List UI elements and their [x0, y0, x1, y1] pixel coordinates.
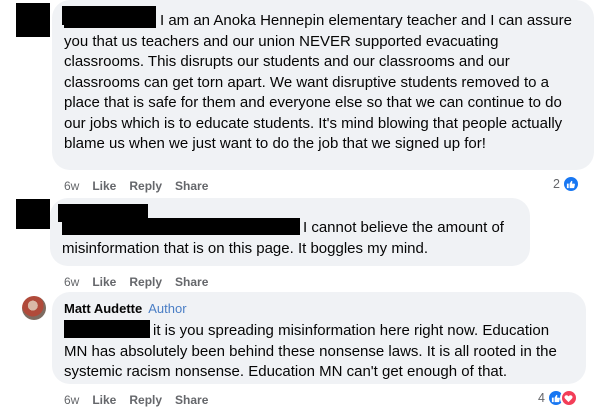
comment-text: I cannot believe the amount of misinform…	[62, 218, 518, 259]
reaction-summary[interactable]: 4	[538, 389, 578, 407]
reaction-count: 2	[553, 177, 560, 191]
like-button[interactable]: Like	[92, 179, 116, 193]
author-name[interactable]: Matt Audette	[64, 301, 142, 316]
comment-time[interactable]: 6w	[64, 393, 79, 407]
comment-text: it is you spreading misinformation here …	[64, 320, 574, 383]
reply-button[interactable]: Reply	[129, 179, 162, 193]
author-badge: Author	[148, 301, 187, 316]
comment-actions: 6w Like Reply Share	[64, 274, 221, 290]
comment-bubble: I cannot believe the amount of misinform…	[50, 198, 530, 266]
like-icon	[561, 175, 580, 193]
share-button[interactable]: Share	[175, 275, 208, 289]
comment-body-first: I cannot believe the amount of	[303, 219, 504, 236]
comment-bubble: Matt Audette Author it is you spreading m…	[52, 292, 586, 384]
comment-body: misinformation that is on this page. It …	[62, 239, 429, 257]
love-icon	[559, 389, 578, 407]
comment-bubble: I am an Anoka Hennepin elementary teache…	[52, 0, 594, 170]
reaction-count: 4	[538, 391, 545, 405]
reply-button[interactable]: Reply	[129, 275, 162, 289]
like-button[interactable]: Like	[92, 275, 116, 289]
comment-time[interactable]: 6w	[64, 179, 79, 193]
comment-time[interactable]: 6w	[64, 275, 79, 289]
comment-body: MN has absolutely been behind these nons…	[64, 342, 557, 381]
comment-body: you that us teachers and our union NEVER…	[64, 32, 563, 153]
redacted-block	[64, 320, 150, 338]
comment-author-row: Matt Audette Author	[64, 300, 574, 318]
avatar[interactable]	[22, 296, 46, 320]
comment-actions: 6w Like Reply Share	[64, 178, 221, 194]
share-button[interactable]: Share	[175, 179, 208, 193]
avatar-redacted[interactable]	[16, 199, 50, 229]
comment-body-first: I am an Anoka Hennepin elementary teache…	[160, 12, 572, 29]
avatar-redacted[interactable]	[16, 3, 50, 37]
reaction-summary[interactable]: 2	[553, 175, 580, 193]
reply-button[interactable]: Reply	[129, 393, 162, 407]
like-button[interactable]: Like	[92, 393, 116, 407]
redacted-name[interactable]	[62, 6, 156, 25]
comment-actions: 6w Like Reply Share	[64, 392, 221, 408]
comment-body-first: it is you spreading misinformation here …	[153, 322, 550, 339]
comment-text: I am an Anoka Hennepin elementary teache…	[62, 6, 582, 155]
redacted-name[interactable]	[58, 204, 148, 222]
share-button[interactable]: Share	[175, 393, 208, 407]
